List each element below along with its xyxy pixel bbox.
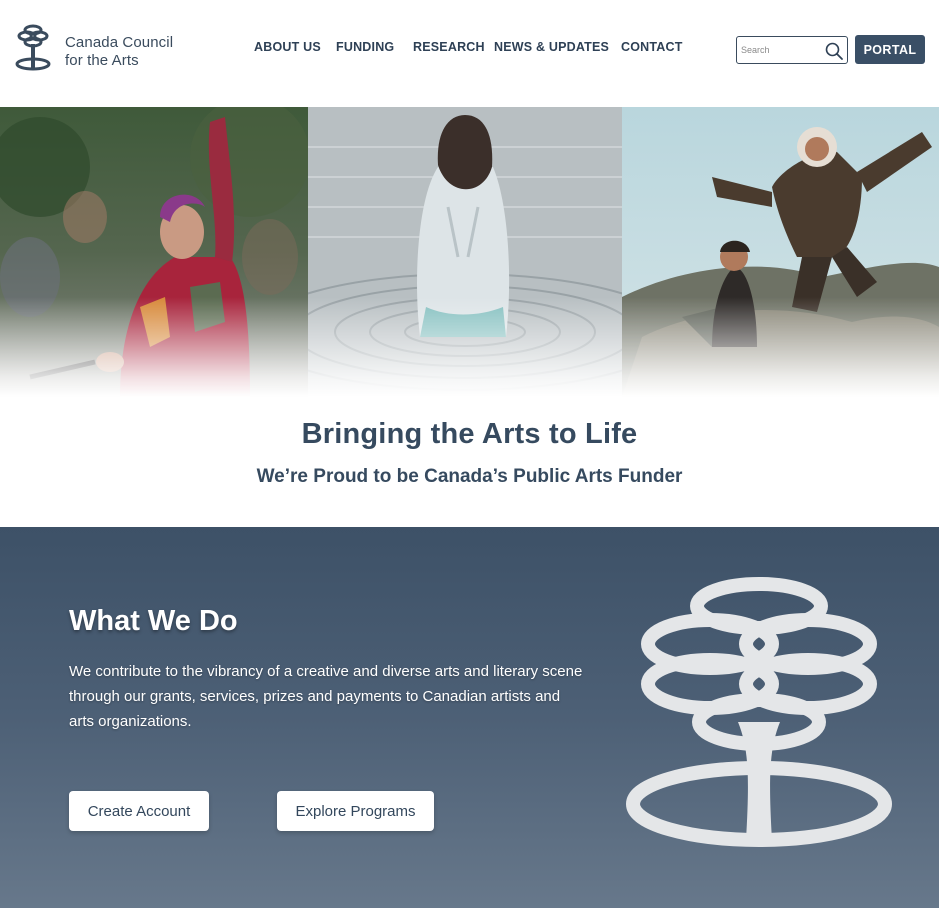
hero-banner <box>0 107 939 397</box>
create-account-button[interactable]: Create Account <box>69 791 209 831</box>
performer-singing-photo <box>0 107 308 397</box>
portal-button[interactable]: PORTAL <box>855 35 925 64</box>
search-box <box>736 36 848 64</box>
what-we-do-section: What We Do We contribute to the vibrancy… <box>0 527 939 908</box>
what-we-do-description: We contribute to the vibrancy of a creat… <box>69 663 583 730</box>
brand-line-1: Canada Council <box>65 34 174 51</box>
explore-programs-button[interactable]: Explore Programs <box>277 791 434 831</box>
site-logo-link[interactable]: Canada Council for the Arts <box>14 22 184 76</box>
what-we-do-title: What We Do <box>69 605 238 637</box>
jumping-on-rocks-photo <box>622 107 939 397</box>
tree-logo-large-icon <box>626 577 892 847</box>
nav-item-research[interactable]: RESEARCH <box>413 40 485 54</box>
site-header: Canada Council for the Arts ABOUT US FUN… <box>0 0 939 107</box>
nav-item-contact[interactable]: CONTACT <box>621 40 683 54</box>
nav-item-funding[interactable]: FUNDING <box>336 40 394 54</box>
search-icon[interactable] <box>824 41 844 61</box>
nav-item-news-updates[interactable]: NEWS & UPDATES <box>494 40 609 54</box>
search-input[interactable] <box>741 41 823 59</box>
tree-logo-icon <box>15 24 51 71</box>
hero-title: Bringing the Arts to Life <box>301 418 638 450</box>
nav-item-about-us[interactable]: ABOUT US <box>254 40 321 54</box>
brand-name: Canada Council for the Arts <box>65 34 173 70</box>
figure-in-water-photo <box>308 107 622 397</box>
brand-line-2: for the Arts <box>65 52 139 69</box>
hero-subtitle: We’re Proud to be Canada’s Public Arts F… <box>256 466 683 487</box>
